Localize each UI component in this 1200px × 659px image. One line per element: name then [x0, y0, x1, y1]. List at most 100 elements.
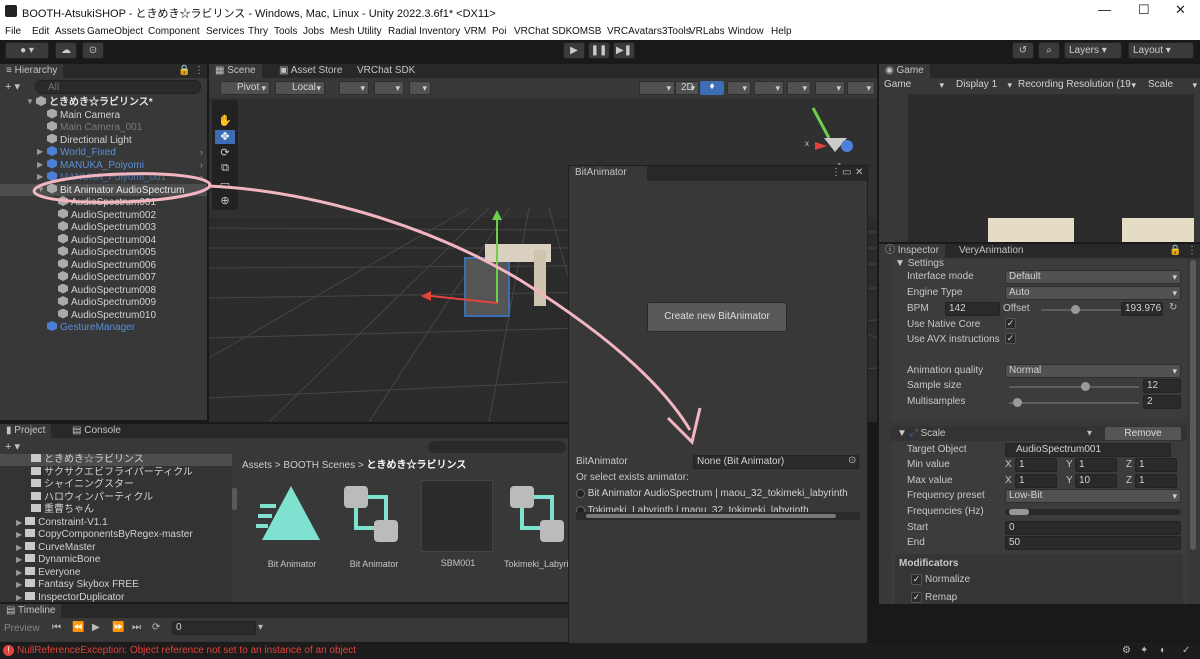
maximize-icon[interactable]: ▭: [842, 167, 851, 178]
gizmos-dropdown[interactable]: [847, 81, 875, 95]
tab-bitanimator[interactable]: BitAnimator: [569, 166, 647, 181]
engine-type-dropdown[interactable]: Auto: [1005, 286, 1181, 300]
frequency-preset-dropdown[interactable]: Low-Bit: [1005, 489, 1181, 503]
foldout-arrow-icon[interactable]: ▶: [37, 171, 43, 183]
asset-sbm001[interactable]: SBM001: [421, 480, 495, 570]
hierarchy-item[interactable]: ▶ MANUKA_Poiyomi ›: [0, 158, 207, 171]
tab-project[interactable]: ▮ Project: [0, 424, 52, 438]
start-field[interactable]: 0: [1005, 521, 1181, 535]
use-native-core-checkbox[interactable]: ✓: [1005, 318, 1016, 329]
rect-tool-icon[interactable]: ▭: [215, 178, 235, 192]
hierarchy-item[interactable]: AudioSpectrum003: [0, 221, 207, 233]
project-folder-item[interactable]: ▶ DynamicBone: [0, 554, 232, 566]
lighting-toggle[interactable]: ♦: [700, 81, 724, 95]
asset-bit-animator-2[interactable]: Bit Animator: [338, 480, 410, 570]
project-folder-item[interactable]: サクサクエビフライパーティクル: [0, 466, 232, 479]
project-folder-item[interactable]: ▶ Fantasy Skybox FREE: [0, 579, 232, 591]
tab-very-animation[interactable]: VeryAnimation: [953, 244, 1029, 258]
menu-file[interactable]: File: [5, 26, 21, 37]
pivot-dropdown[interactable]: Pivot: [220, 81, 270, 95]
resolution-dropdown[interactable]: Recording Resolution (19: [1015, 79, 1139, 93]
chevron-right-icon[interactable]: ›: [200, 159, 203, 171]
refresh-icon[interactable]: ↻: [1169, 302, 1177, 313]
project-tree-scrollbar[interactable]: [232, 488, 237, 510]
hierarchy-item[interactable]: Main Camera: [0, 108, 207, 121]
local-dropdown[interactable]: Local: [275, 81, 325, 95]
frequency-range-fill[interactable]: [1009, 509, 1029, 515]
multisamples-slider[interactable]: [1009, 398, 1139, 407]
sample-size-slider[interactable]: [1009, 382, 1139, 391]
game-viewport[interactable]: [908, 94, 1194, 242]
search-button[interactable]: ⌕: [1038, 42, 1060, 59]
more-icon[interactable]: ⋮: [831, 167, 841, 178]
create-bitanimator-button[interactable]: Create new BitAnimator: [647, 302, 787, 332]
add-object-button[interactable]: + ▾: [5, 80, 20, 93]
loop-icon[interactable]: ⟳: [152, 622, 160, 633]
hierarchy-item[interactable]: AudioSpectrum004: [0, 233, 207, 246]
foldout-arrow-icon[interactable]: ▼: [26, 96, 34, 108]
object-picker-icon[interactable]: ⊙: [848, 455, 856, 466]
increment-snap-dropdown[interactable]: [374, 81, 404, 95]
menu-vrm[interactable]: VRM: [464, 26, 486, 37]
bpm-field[interactable]: 142: [945, 302, 1000, 316]
tab-hierarchy[interactable]: ≡ Hierarchy: [0, 64, 64, 78]
menu-services[interactable]: Services: [206, 26, 244, 37]
menu-radial-inventory[interactable]: Radial Inventory: [388, 26, 460, 37]
bitanimator-object-field[interactable]: None (Bit Animator): [693, 455, 859, 469]
close-window-button[interactable]: ✕: [1175, 2, 1186, 18]
menu-gameobject[interactable]: GameObject: [87, 26, 143, 37]
project-folder-item[interactable]: ときめき☆ラビリンス: [0, 454, 232, 466]
end-field[interactable]: 50: [1005, 536, 1181, 550]
menu-assets[interactable]: Assets: [55, 26, 85, 37]
menu-vrcavatars3tools[interactable]: VRCAvatars3Tools: [607, 26, 691, 37]
go-end-icon[interactable]: ⏭: [132, 622, 141, 633]
maximize-button[interactable]: ☐: [1138, 2, 1150, 18]
menu-thry[interactable]: Thry: [248, 26, 268, 37]
frequency-range-slider[interactable]: [1005, 509, 1181, 515]
foldout-arrow-icon[interactable]: ▶: [16, 530, 22, 539]
menu-edit[interactable]: Edit: [32, 26, 49, 37]
rotate-tool-icon[interactable]: ⟳: [215, 146, 235, 160]
scale-tool-icon[interactable]: ⧉: [215, 162, 235, 176]
scale-foldout[interactable]: ▼ ⤢ Scale: [897, 428, 945, 439]
menu-vrlabs[interactable]: VRLabs: [689, 26, 725, 37]
breadcrumb-current[interactable]: ときめき☆ラビリンス: [367, 460, 467, 471]
offset-field[interactable]: 193.976: [1121, 302, 1163, 316]
interface-mode-dropdown[interactable]: Default: [1005, 270, 1181, 284]
hierarchy-item[interactable]: GestureManager: [0, 321, 207, 333]
step-button[interactable]: ▶❚: [613, 42, 635, 59]
project-folder-item[interactable]: ハロウィンパーティクル: [0, 491, 232, 504]
project-folder-item[interactable]: ▶ Everyone: [0, 566, 232, 579]
collab-button[interactable]: ⊙: [82, 42, 104, 59]
effects-dropdown[interactable]: [754, 81, 784, 95]
target-object-field[interactable]: AudioSpectrum001: [1005, 443, 1171, 457]
min-z-field[interactable]: 1: [1135, 458, 1177, 472]
menu-component[interactable]: Component: [148, 26, 200, 37]
breadcrumb-assets[interactable]: Assets: [242, 460, 272, 471]
animation-quality-dropdown[interactable]: Normal: [1005, 364, 1181, 378]
preview-button[interactable]: Preview: [4, 623, 40, 634]
tab-asset-store[interactable]: ▣ Asset Store: [273, 64, 348, 78]
more-icon[interactable]: ⋮: [1187, 245, 1197, 256]
status-check-icon[interactable]: ✓: [1182, 645, 1190, 656]
foldout-arrow-icon[interactable]: ▶: [16, 580, 22, 589]
tab-scene[interactable]: ▦ Scene: [209, 64, 262, 78]
project-folder-item[interactable]: ▶ InspectorDuplicator: [0, 591, 232, 604]
scale-dropdown-arrow[interactable]: ▾: [1087, 428, 1092, 439]
hierarchy-item[interactable]: ▼ ときめき☆ラビリンス*: [0, 96, 207, 108]
remove-button[interactable]: Remove: [1105, 427, 1181, 440]
min-x-field[interactable]: 1: [1015, 458, 1057, 472]
menu-mesh-utility[interactable]: Mesh Utility: [330, 26, 382, 37]
hierarchy-item[interactable]: ▶ MANUKA_Poiyomi_001 ›: [0, 171, 207, 183]
foldout-arrow-icon[interactable]: ▶: [16, 568, 22, 577]
foldout-arrow-icon[interactable]: ▶: [37, 146, 43, 158]
use-avx-checkbox[interactable]: ✓: [1005, 333, 1016, 344]
lock-icon[interactable]: 🔒: [178, 65, 190, 76]
display-dropdown[interactable]: Display 1: [953, 79, 1015, 93]
min-y-field[interactable]: 1: [1075, 458, 1117, 472]
hierarchy-item[interactable]: Directional Light: [0, 133, 207, 146]
camera-dropdown[interactable]: [815, 81, 845, 95]
tab-inspector[interactable]: ⓘ Inspector: [879, 244, 945, 258]
minimize-button[interactable]: —: [1098, 2, 1111, 17]
game-view-dropdown[interactable]: Game: [881, 79, 947, 93]
